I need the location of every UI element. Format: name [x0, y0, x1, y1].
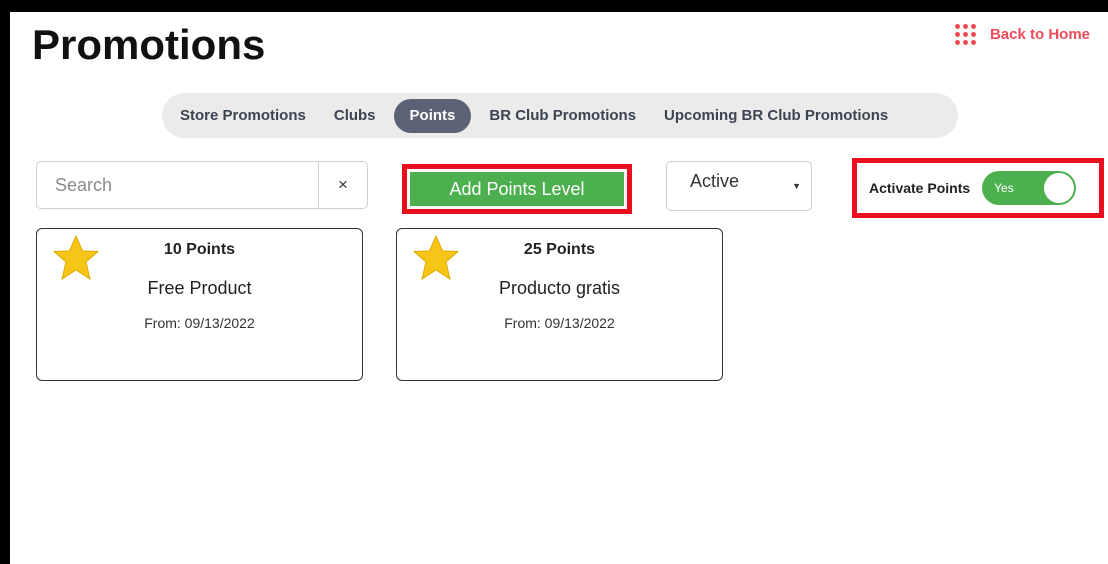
tab-clubs[interactable]: Clubs: [324, 99, 386, 133]
tab-br-club-promotions[interactable]: BR Club Promotions: [479, 99, 646, 133]
tab-store-promotions[interactable]: Store Promotions: [170, 99, 316, 133]
card-reward-name: Free Product: [147, 278, 252, 298]
toggle-label: Yes: [994, 181, 1014, 195]
clear-search-button[interactable]: ×: [318, 162, 367, 208]
add-points-highlight: Add Points Level: [402, 164, 632, 214]
toggle-knob: [1044, 173, 1075, 203]
search-box: ×: [36, 161, 368, 209]
card-date: From: 09/13/2022: [144, 315, 255, 331]
points-card[interactable]: 10 Points Free Product From: 09/13/2022: [36, 228, 363, 381]
back-to-home-label: Back to Home: [989, 26, 1090, 43]
card-points: 10 Points: [163, 241, 236, 258]
close-icon: ×: [338, 175, 348, 194]
card-points: 25 Points: [523, 241, 596, 258]
points-card[interactable]: 25 Points Producto gratis From: 09/13/20…: [396, 228, 723, 381]
page-title: Promotions: [32, 21, 266, 68]
promotions-page: Promotions Back to Home Store Promotions…: [10, 12, 1108, 564]
card-reward-name: Producto gratis: [498, 278, 621, 298]
grid-dots-icon: [954, 24, 976, 45]
activate-points-highlight: Activate Points Yes: [852, 158, 1104, 218]
tab-upcoming-br-club-promotions[interactable]: Upcoming BR Club Promotions: [654, 99, 898, 133]
card-date: From: 09/13/2022: [504, 315, 615, 331]
tab-points[interactable]: Points: [393, 98, 472, 133]
promotion-tabs: Store Promotions Clubs Points BR Club Pr…: [162, 93, 958, 138]
add-points-level-button[interactable]: Add Points Level: [410, 172, 624, 206]
activate-points-toggle[interactable]: Yes: [982, 171, 1077, 205]
activate-points-label: Activate Points: [869, 180, 971, 196]
back-to-home-link[interactable]: Back to Home: [954, 24, 1090, 45]
status-select-value: Active: [690, 171, 740, 191]
status-select[interactable]: Active ▼: [666, 161, 812, 211]
caret-down-icon: ▼: [792, 181, 801, 191]
search-input[interactable]: [37, 162, 318, 208]
